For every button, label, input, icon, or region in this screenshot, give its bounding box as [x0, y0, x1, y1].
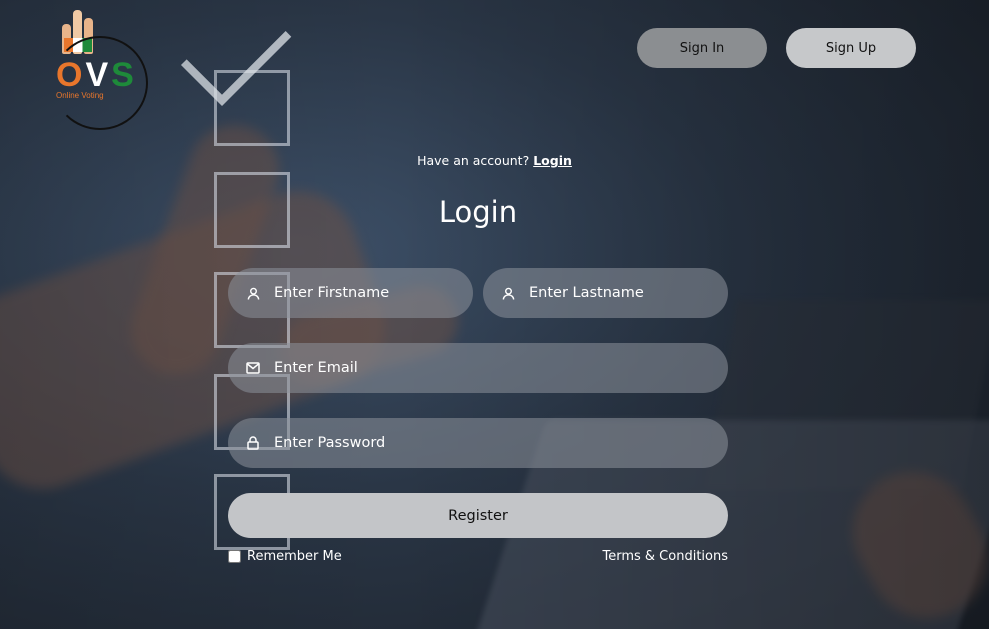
remember-me-label: Remember Me	[247, 549, 342, 564]
firstname-input[interactable]	[272, 284, 458, 302]
user-icon	[501, 286, 515, 300]
password-field[interactable]	[228, 418, 728, 468]
email-field[interactable]	[228, 343, 728, 393]
register-button[interactable]: Register	[228, 493, 728, 538]
ovs-logo[interactable]: OVS Online Voting	[50, 2, 148, 130]
remember-me-checkbox[interactable]	[228, 550, 241, 563]
firstname-field[interactable]	[228, 268, 473, 318]
lock-icon	[246, 436, 260, 450]
login-link[interactable]: Login	[533, 153, 572, 168]
page-title: Login	[438, 195, 518, 229]
password-input[interactable]	[272, 434, 662, 452]
logo-subtitle: Online Voting	[56, 91, 104, 100]
lastname-input[interactable]	[527, 284, 713, 302]
terms-link[interactable]: Terms & Conditions	[560, 549, 729, 564]
email-input[interactable]	[272, 359, 662, 377]
logo-letters: OVS	[56, 56, 137, 94]
have-account-prompt: Have an account? Login	[0, 153, 989, 168]
envelope-icon	[246, 361, 260, 375]
sign-in-button[interactable]: Sign In	[637, 28, 767, 68]
sign-up-button[interactable]: Sign Up	[786, 28, 916, 68]
have-account-text: Have an account?	[417, 153, 530, 168]
remember-me[interactable]: Remember Me	[228, 549, 342, 564]
lastname-field[interactable]	[483, 268, 728, 318]
user-icon	[246, 286, 260, 300]
